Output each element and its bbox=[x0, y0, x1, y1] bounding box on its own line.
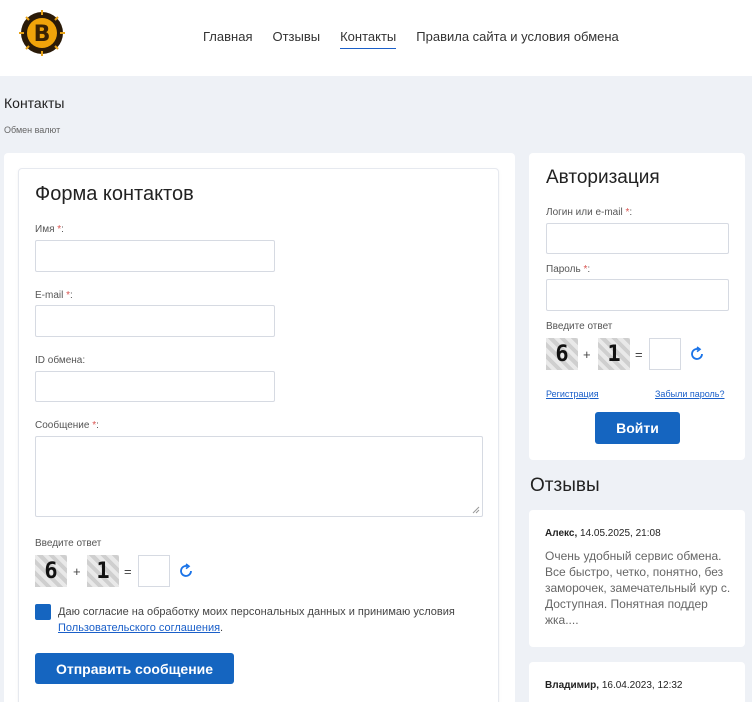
auth-captcha-plus: + bbox=[583, 347, 591, 362]
password-input[interactable] bbox=[546, 279, 729, 311]
review-header: Владимир, 16.04.2023, 12:32 bbox=[545, 680, 683, 691]
auth-title: Авторизация bbox=[546, 167, 660, 188]
send-message-button[interactable]: Отправить сообщение bbox=[35, 653, 234, 684]
auth-captcha-image-b: 1 bbox=[598, 338, 630, 370]
main-nav: Главная Отзывы Контакты Правила сайта и … bbox=[203, 29, 619, 49]
review-card[interactable]: Алекс, 14.05.2025, 21:08 Очень удобный с… bbox=[529, 510, 745, 647]
name-label: Имя *: bbox=[35, 224, 64, 235]
password-label: Пароль *: bbox=[546, 264, 591, 275]
name-input[interactable] bbox=[35, 240, 275, 272]
exchange-id-input[interactable] bbox=[35, 371, 275, 402]
captcha-answer-input[interactable] bbox=[138, 555, 170, 587]
user-agreement-link[interactable]: Пользовательского соглашения bbox=[58, 622, 220, 634]
email-label: E-mail *: bbox=[35, 290, 73, 301]
auth-captcha-equals: = bbox=[635, 347, 643, 362]
nav-reviews[interactable]: Отзывы bbox=[272, 29, 320, 49]
auth-captcha-answer-input[interactable] bbox=[649, 338, 681, 370]
captcha-plus: + bbox=[73, 564, 81, 579]
contact-form-title: Форма контактов bbox=[35, 183, 194, 205]
refresh-icon[interactable] bbox=[178, 563, 194, 579]
review-text: Очень удобный сервис обмена. Все быстро,… bbox=[545, 549, 731, 627]
login-button[interactable]: Войти bbox=[595, 412, 680, 444]
bitcoin-logo[interactable]: B bbox=[5, 0, 83, 76]
register-link[interactable]: Регистрация bbox=[546, 389, 599, 399]
auth-refresh-icon[interactable] bbox=[689, 346, 705, 362]
forgot-password-link[interactable]: Забыли пароль? bbox=[655, 389, 724, 399]
login-input[interactable] bbox=[546, 223, 729, 254]
review-card[interactable]: Владимир, 16.04.2023, 12:32 bbox=[529, 662, 745, 702]
exchange-id-label: ID обмена: bbox=[35, 355, 86, 366]
email-input[interactable] bbox=[35, 305, 275, 337]
auth-captcha-image-a: 6 bbox=[546, 338, 578, 370]
login-label: Логин или e-mail *: bbox=[546, 207, 633, 218]
captcha-equals: = bbox=[124, 564, 132, 579]
consent-text: Даю согласие на обработку моих персональ… bbox=[58, 606, 455, 634]
nav-home[interactable]: Главная bbox=[203, 29, 252, 49]
breadcrumb[interactable]: Обмен валют bbox=[4, 125, 60, 135]
message-textarea[interactable] bbox=[35, 436, 483, 517]
reviews-title: Отзывы bbox=[530, 475, 600, 496]
page-title: Контакты bbox=[4, 95, 65, 111]
message-label: Сообщение *: bbox=[35, 420, 99, 431]
site-header: B Главная Отзывы Контакты Правила сайта … bbox=[0, 0, 752, 76]
auth-captcha-label: Введите ответ bbox=[546, 321, 613, 332]
nav-rules[interactable]: Правила сайта и условия обмена bbox=[416, 29, 619, 49]
captcha-label: Введите ответ bbox=[35, 538, 102, 549]
consent-checkbox[interactable] bbox=[35, 604, 51, 620]
svg-text:B: B bbox=[34, 22, 51, 47]
captcha-image-b: 1 bbox=[87, 555, 119, 587]
captcha-image-a: 6 bbox=[35, 555, 67, 587]
review-header: Алекс, 14.05.2025, 21:08 bbox=[545, 528, 661, 539]
nav-contacts[interactable]: Контакты bbox=[340, 29, 397, 49]
resize-handle-icon[interactable] bbox=[472, 506, 480, 514]
